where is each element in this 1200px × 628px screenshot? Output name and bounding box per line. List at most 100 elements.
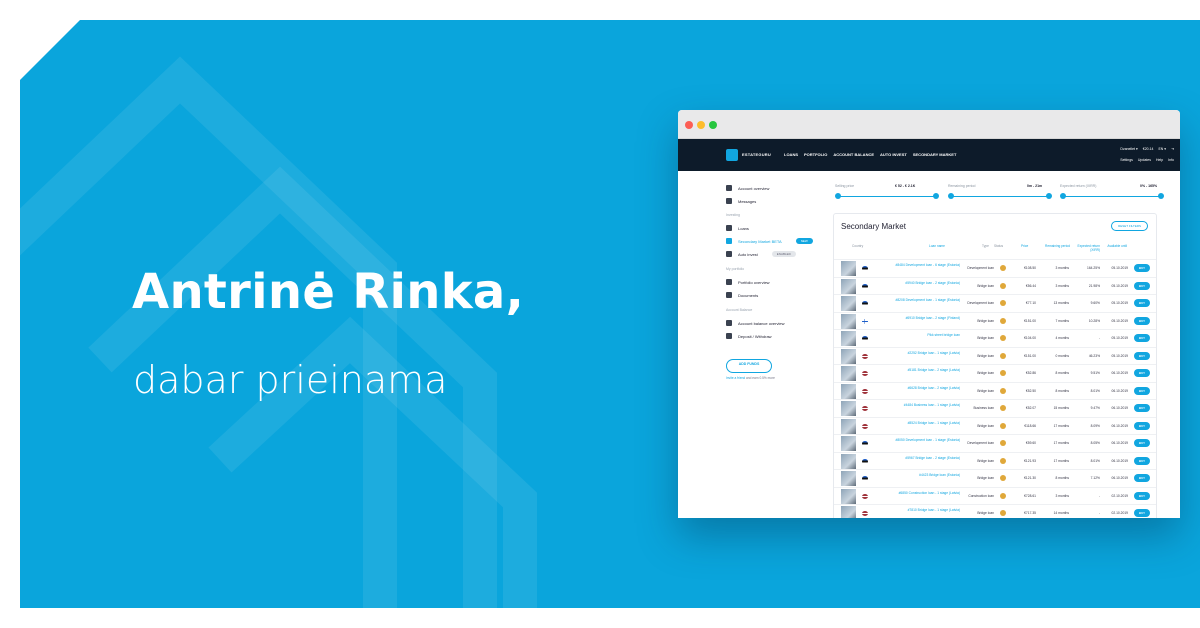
brand-name[interactable]: ESTATEGURU [742,152,771,157]
filter-label-price: Selling price [835,184,855,188]
nav-settings[interactable]: Settings [1120,158,1133,162]
sidebar-item-deposit-withdraw[interactable]: Deposit / Withdraw [726,333,772,339]
sidebar-item-balance-overview[interactable]: Account balance overview [726,320,784,326]
period-slider-track[interactable] [951,196,1049,197]
nav-link-loans[interactable]: LOANS [784,152,798,157]
loan-name-link[interactable]: #7810 Bridge loan - 1 stage (Latvia) [878,508,960,513]
invite-friend-link[interactable]: Invite a friend [726,376,745,380]
loan-name-link[interactable]: #4423 Bridge loan (Estonia) [878,473,960,478]
price-value: €121.30 [1024,476,1036,480]
property-thumbnail[interactable] [841,436,856,451]
loan-name-link[interactable]: #6628 Bridge loan - 2 stage (Latvia) [878,386,960,391]
sidebar-item-secondary-market[interactable]: Secondary Market BETA NEW [726,238,813,244]
buy-button[interactable]: BUY [1134,264,1150,272]
loan-name-link[interactable]: #5967 Bridge loan - 2 stage (Estonia) [878,456,960,461]
remaining-period: 14 months [1053,511,1069,515]
property-thumbnail[interactable] [841,418,856,434]
sidebar-item-label: Deposit / Withdraw [738,333,772,339]
add-funds-button[interactable]: ADD FUNDS [726,359,772,373]
buy-button[interactable]: BUY [1134,509,1150,517]
expected-return: 7.12% [1090,476,1100,480]
buy-button[interactable]: BUY [1134,421,1150,430]
property-thumbnail[interactable] [841,453,856,469]
buy-button[interactable]: BUY [1134,456,1150,465]
loan-name-link[interactable]: #4484 Business loan - 1 stage (Latvia) [878,403,960,408]
price-value: €108.50 [1024,266,1036,270]
reset-filters-button[interactable]: RESET FILTERS [1111,221,1148,231]
sidebar-item-documents[interactable]: Documents [726,292,758,298]
buy-button[interactable]: BUY [1134,474,1150,482]
user-menu[interactable]: Dzanellet ▾ [1120,147,1137,151]
buy-button[interactable]: BUY [1134,404,1150,412]
sidebar-item-loans[interactable]: Loans [726,225,749,231]
property-thumbnail[interactable] [841,296,856,311]
house-logo-icon[interactable] [726,149,738,161]
sidebar-item-portfolio-overview[interactable]: Portfolio overview [726,279,770,285]
property-thumbnail[interactable] [841,348,856,364]
loans-icon [726,225,732,231]
sidebar-item-label: Secondary Market BETA [738,238,782,244]
nav-info[interactable]: Info [1168,158,1174,162]
buy-button[interactable]: BUY [1134,369,1150,377]
sidebar-item-auto-invest[interactable]: Auto invest ENABLED [726,251,796,257]
property-thumbnail[interactable] [841,488,856,504]
col-expected-return[interactable]: Expected return (XIRR) [1072,244,1100,252]
col-loan-name[interactable]: Loan name [929,244,945,248]
loan-name-link[interactable]: #5181 Bridge loan - 2 stage (Latvia) [878,368,960,373]
property-thumbnail[interactable] [841,401,856,416]
status-icon [1000,370,1006,376]
loan-name-link[interactable]: #6910 Bridge loan - 2 stage (Finland) [878,316,960,321]
col-price[interactable]: Price [1021,244,1028,248]
buy-button[interactable]: BUY [1134,439,1150,447]
price-slider-track[interactable] [838,196,936,197]
sidebar-item-messages[interactable]: Messages [726,198,756,204]
loan-name-link[interactable]: Pikk street bridge loan [878,333,960,338]
buy-button[interactable]: BUY [1134,351,1150,360]
period-slider-max-handle[interactable] [1046,193,1052,199]
loan-name-link[interactable]: #5940 Bridge loan - 2 stage (Estonia) [878,281,960,286]
property-thumbnail[interactable] [841,313,856,329]
expected-return: - [1098,493,1100,498]
minimize-window-button[interactable] [697,121,705,129]
property-thumbnail[interactable] [841,261,856,276]
sidebar-item-account-overview[interactable]: Account overview [726,185,769,191]
loan-name-link[interactable]: #8484 Development loan - 6 stage (Estoni… [878,263,960,268]
return-slider-max-handle[interactable] [1158,193,1164,199]
nav-updates[interactable]: Updates [1138,158,1151,162]
property-thumbnail[interactable] [841,366,856,381]
col-available-until[interactable]: Available until [1105,244,1127,248]
property-thumbnail[interactable] [841,471,856,486]
buy-button[interactable]: BUY [1134,316,1150,325]
property-thumbnail[interactable] [841,278,856,294]
buy-button[interactable]: BUY [1134,386,1150,395]
return-slider-min-handle[interactable] [1060,193,1066,199]
headline: Antrinė Rinka, [132,264,525,320]
nav-help[interactable]: Help [1156,158,1163,162]
nav-link-account-balance[interactable]: ACCOUNT BALANCE [833,152,874,157]
property-thumbnail[interactable] [841,331,856,346]
loan-name-link[interactable]: #8208 Development loan - 1 stage (Estoni… [878,298,960,303]
maximize-window-button[interactable] [709,121,717,129]
property-thumbnail[interactable] [841,506,856,518]
buy-button[interactable]: BUY [1134,281,1150,290]
available-until: 06.10.2019 [1111,441,1128,445]
close-window-button[interactable] [685,121,693,129]
loan-name-link[interactable]: #8524 Bridge loan - 1 stage (Latvia) [878,421,960,426]
loan-name-link[interactable]: #6850 Construction loan - 1 stage (Latvi… [878,491,960,496]
language-select[interactable]: EN ▾ [1158,147,1166,151]
nav-link-portfolio[interactable]: PORTFOLIO [804,152,827,157]
buy-button[interactable]: BUY [1134,491,1150,500]
col-remaining-period[interactable]: Remaining period [1042,244,1070,248]
buy-button[interactable]: BUY [1134,334,1150,342]
nav-link-auto-invest[interactable]: AUTO INVEST [880,152,907,157]
return-slider-track[interactable] [1063,196,1161,197]
nav-link-secondary-market[interactable]: SECONDARY MARKET [913,152,957,157]
period-slider-min-handle[interactable] [948,193,954,199]
loan-name-link[interactable]: #2252 Bridge loan - 1 stage (Latvia) [878,351,960,356]
price-slider-max-handle[interactable] [933,193,939,199]
loan-name-link[interactable]: #8050 Development loan - 1 stage (Estoni… [878,438,960,443]
buy-button[interactable]: BUY [1134,299,1150,307]
property-thumbnail[interactable] [841,383,856,399]
logout-icon[interactable]: ⇥ [1171,147,1174,151]
price-slider-min-handle[interactable] [835,193,841,199]
